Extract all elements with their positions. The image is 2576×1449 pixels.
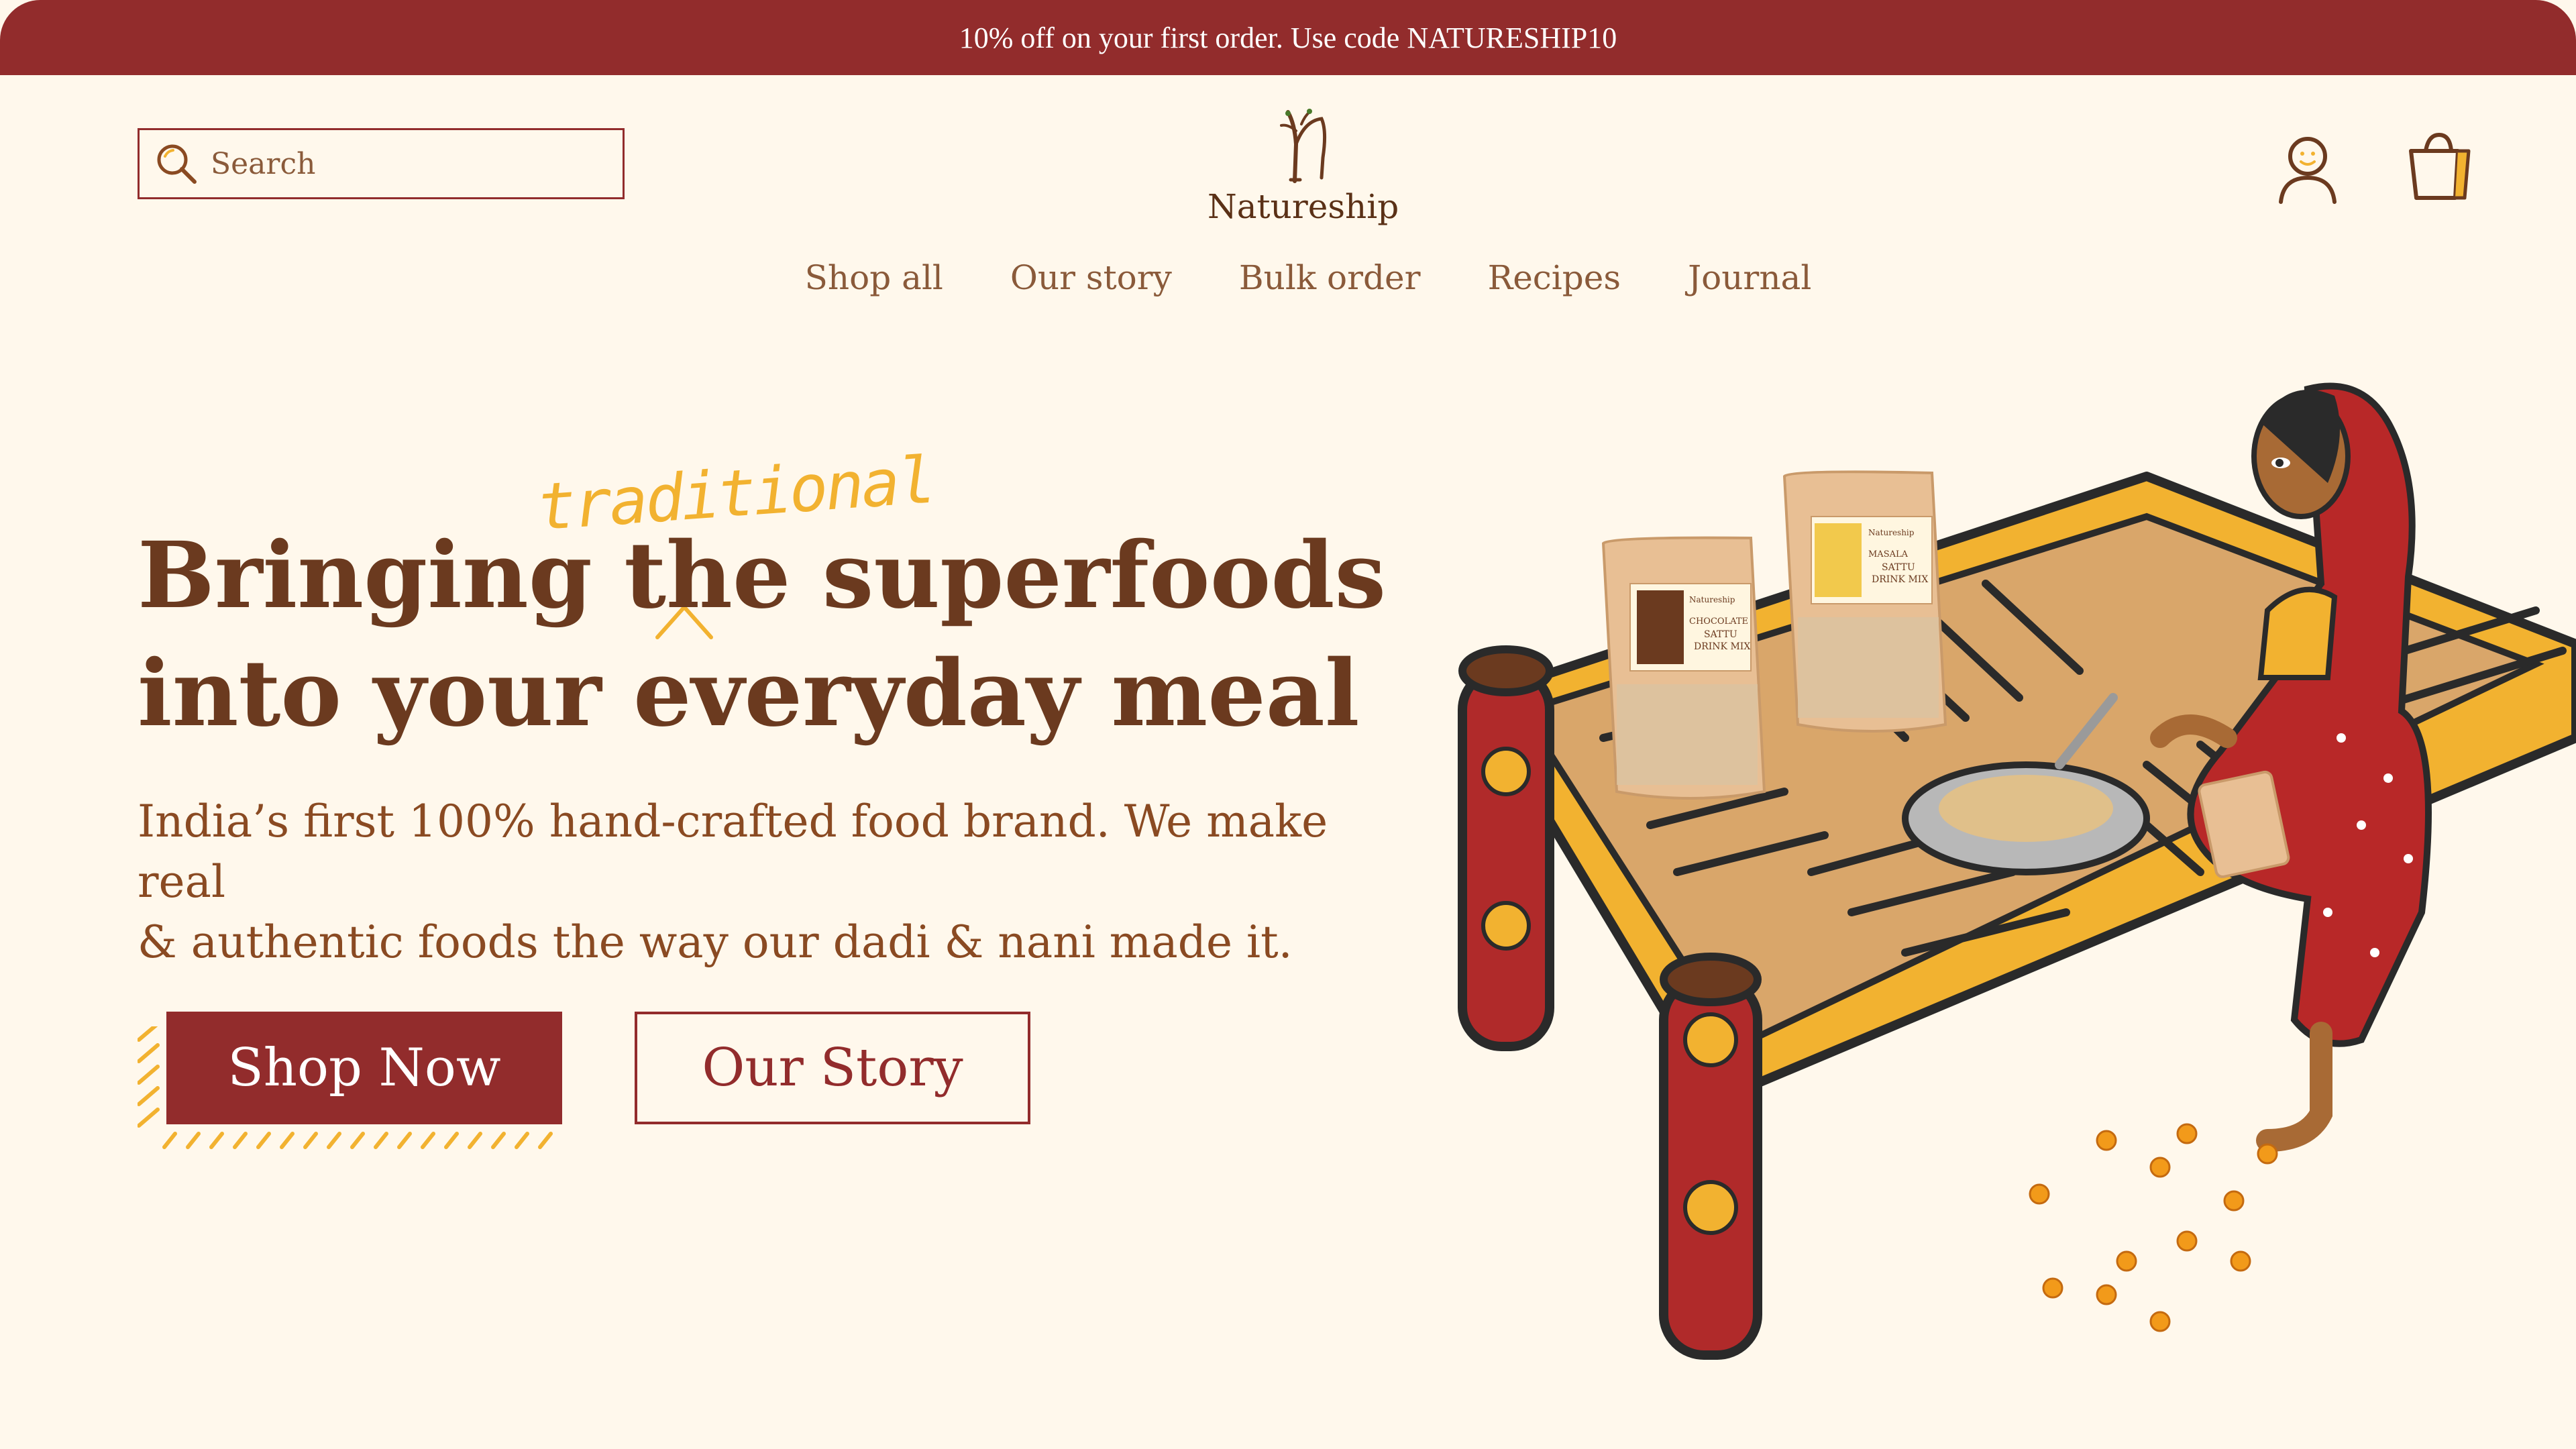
pouch-name-line1: SATTU	[1704, 629, 1737, 640]
sattu-pouch-chocolate: Natureship CHOCOLATE SATTU DRINK MIX	[1601, 536, 1766, 800]
nav-bulk-order[interactable]: Bulk order	[1239, 258, 1421, 297]
our-story-button[interactable]: Our Story	[635, 1012, 1030, 1124]
hero-headline: Bringing the superfoods into your everyd…	[138, 517, 1386, 753]
user-icon[interactable]	[2274, 131, 2341, 205]
brand-name: Natureship	[1208, 187, 1399, 226]
brand-logo[interactable]: Natureship	[1208, 104, 1399, 226]
shopping-bag-icon[interactable]	[2402, 131, 2475, 205]
tree-logo-icon	[1280, 109, 1327, 183]
pouch-flavor: MASALA	[1868, 549, 1909, 559]
promo-text: 10% off on your first order. Use code NA…	[959, 21, 1617, 54]
page: 10% off on your first order. Use code NA…	[0, 0, 2576, 1449]
pouch-brand: Natureship	[1868, 528, 1915, 537]
search-input[interactable]	[209, 146, 588, 182]
hero-subtext: India’s first 100% hand-crafted food bra…	[138, 792, 1345, 973]
pouch-name-line2: DRINK MIX	[1872, 574, 1928, 585]
nav-journal[interactable]: Journal	[1688, 258, 1811, 297]
scattered-chickpeas	[2029, 1123, 2278, 1332]
cot-leg-front	[1659, 953, 1762, 1360]
pouch-flavor: CHOCOLATE	[1689, 616, 1748, 627]
nav-recipes[interactable]: Recipes	[1488, 258, 1621, 297]
main-nav: Shop all Our story Bulk order Recipes Jo…	[0, 258, 2576, 297]
subtext-line-2: & authentic foods the way our dadi & nan…	[138, 916, 1293, 968]
shop-now-button[interactable]: Shop Now	[166, 1012, 562, 1124]
nav-our-story[interactable]: Our story	[1010, 258, 1172, 297]
headline-line-1: Bringing the superfoods	[138, 522, 1387, 629]
sattu-pouch-masala: Natureship MASALA SATTU DRINK MIX	[1782, 470, 1947, 733]
headline-line-2: into your everyday meal	[138, 640, 1360, 747]
pouch-name-line1: SATTU	[1882, 562, 1915, 573]
nav-shop-all[interactable]: Shop all	[805, 258, 943, 297]
pouch-name-line2: DRINK MIX	[1694, 641, 1750, 652]
subtext-line-1: India’s first 100% hand-crafted food bra…	[138, 796, 1328, 908]
promo-banner: 10% off on your first order. Use code NA…	[0, 0, 2576, 75]
search-box[interactable]	[138, 128, 625, 199]
pouch-brand: Natureship	[1689, 595, 1735, 604]
hero-illustration: Natureship CHOCOLATE SATTU DRINK MIX Nat…	[1458, 382, 2576, 1360]
search-icon[interactable]	[153, 140, 200, 187]
cot-leg-back	[1458, 645, 1554, 1051]
